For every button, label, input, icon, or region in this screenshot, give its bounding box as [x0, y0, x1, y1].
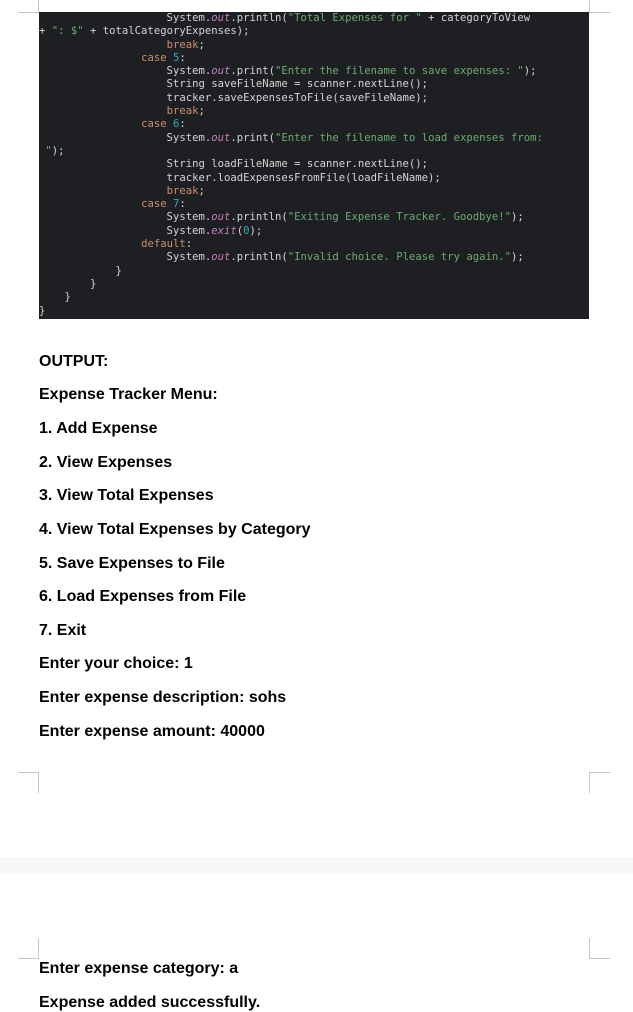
code-line: System.out.print("Enter the filename to … [39, 131, 543, 144]
page-corner-mark [18, 0, 39, 13]
page-corner-mark [589, 0, 610, 13]
menu-option-1: 1. Add Expense [39, 420, 158, 437]
output-heading: OUTPUT: [39, 353, 109, 370]
code-line: case 7: [141, 198, 186, 211]
code-line: break; [166, 38, 205, 51]
document-page-2: Enter expense category: a Expense added … [0, 874, 633, 1011]
menu-option-4: 4. View Total Expenses by Category [39, 521, 311, 538]
code-text: System.out.println("Total Expenses for "… [39, 12, 589, 318]
code-line: "); [45, 144, 65, 157]
menu-option-2: 2. View Expenses [39, 454, 173, 471]
code-line: System.exit(0); [39, 224, 263, 237]
page-corner-mark [18, 772, 39, 793]
code-line: String saveFileName = scanner.nextLine()… [39, 78, 429, 91]
code-line: + ": $" + totalCategoryExpenses); [39, 25, 250, 38]
code-line: } [39, 291, 71, 304]
code-block: System.out.println("Total Expenses for "… [39, 12, 589, 319]
added-line: Expense added successfully. [39, 994, 261, 1011]
code-line: tracker.saveExpensesToFile(saveFileName)… [39, 91, 429, 104]
menu-option-7: 7. Exit [39, 622, 87, 639]
category-line: Enter expense category: a [39, 960, 239, 977]
menu-option-6: 6. Load Expenses from File [39, 588, 247, 605]
code-line: default: [141, 238, 193, 251]
document-page-1: System.out.println("Total Expenses for "… [0, 0, 633, 857]
menu-option-5: 5. Save Expenses to File [39, 555, 225, 572]
code-line: break; [166, 184, 205, 197]
code-line: } [39, 277, 97, 290]
code-line: System.out.print("Enter the filename to … [39, 65, 537, 78]
page-corner-mark [589, 772, 610, 793]
page-gap [0, 857, 633, 874]
page-corner-mark [589, 938, 610, 959]
code-line: break; [166, 105, 205, 118]
code-line: } [39, 304, 46, 317]
code-line: case 6: [141, 118, 186, 131]
code-line: System.out.println("Total Expenses for "… [39, 12, 531, 24]
code-line: case 5: [141, 51, 186, 64]
code-line: System.out.println("Exiting Expense Trac… [39, 211, 524, 224]
page-corner-mark [18, 938, 39, 959]
code-line: String loadFileName = scanner.nextLine()… [39, 158, 429, 171]
menu-title: Expense Tracker Menu: [39, 386, 218, 403]
code-line: tracker.loadExpensesFromFile(loadFileNam… [39, 171, 441, 184]
menu-option-3: 3. View Total Expenses [39, 487, 214, 504]
code-line: System.out.println("Invalid choice. Plea… [39, 251, 524, 264]
choice-line: Enter your choice: 1 [39, 655, 193, 672]
code-line: } [39, 264, 122, 277]
amount-line: Enter expense amount: 40000 [39, 723, 265, 740]
description-line: Enter expense description: sohs [39, 689, 287, 706]
